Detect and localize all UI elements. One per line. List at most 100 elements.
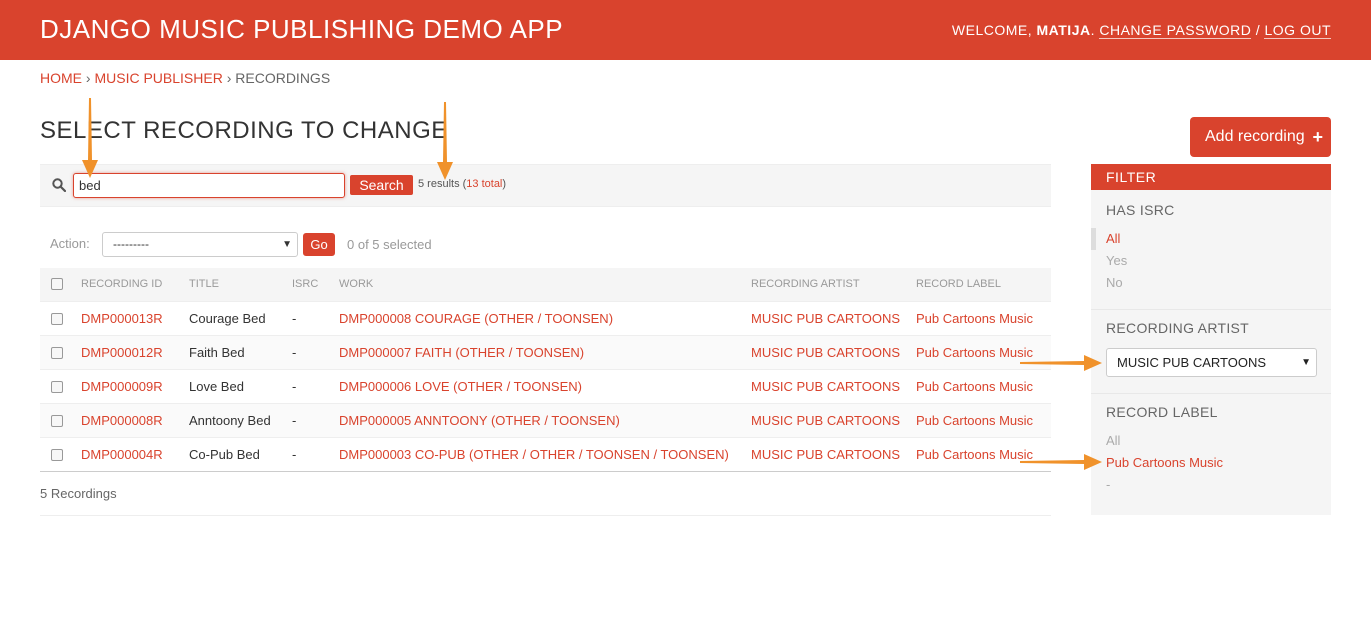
search-button[interactable]: Search (350, 175, 413, 195)
filter-option-pub-cartoons-music[interactable]: Pub Cartoons Music (1091, 452, 1331, 474)
column-header-work[interactable]: WORK (339, 268, 751, 302)
recording-id-cell: DMP000008R (81, 403, 189, 438)
row-checkbox[interactable] (51, 381, 63, 394)
annotation-arrow-icon (1020, 355, 1102, 371)
column-header-recording-id[interactable]: RECORDING ID (81, 268, 189, 302)
label-link[interactable]: Pub Cartoons Music (916, 379, 1033, 394)
title-cell: Co-Pub Bed (189, 437, 292, 472)
filter-option-label[interactable]: All (1106, 433, 1120, 448)
search-results-count: 5 results (13 total) (418, 178, 506, 190)
username: MATIJA (1036, 22, 1091, 38)
row-checkbox-cell (40, 369, 81, 404)
label-link[interactable]: Pub Cartoons Music (916, 413, 1033, 428)
select-all-cell (40, 268, 81, 302)
row-checkbox[interactable] (51, 347, 63, 360)
column-header-title[interactable]: TITLE (189, 268, 292, 302)
annotation-arrow-icon (1020, 454, 1102, 470)
filter-option-all[interactable]: All (1091, 228, 1331, 250)
artist-link[interactable]: MUSIC PUB CARTOONS (751, 311, 900, 326)
row-checkbox-cell (40, 403, 81, 438)
add-recording-button[interactable]: Add recording + (1190, 117, 1331, 157)
filter-title: FILTER (1091, 164, 1331, 190)
label-cell: Pub Cartoons Music (916, 301, 1051, 336)
artist-link[interactable]: MUSIC PUB CARTOONS (751, 447, 900, 462)
breadcrumb-app[interactable]: MUSIC PUBLISHER (94, 70, 222, 86)
filter-option-yes[interactable]: Yes (1091, 250, 1331, 272)
artist-cell: MUSIC PUB CARTOONS (751, 437, 916, 472)
column-header-record-label[interactable]: RECORD LABEL (916, 268, 1051, 302)
label-link[interactable]: Pub Cartoons Music (916, 345, 1033, 360)
label-link[interactable]: Pub Cartoons Music (916, 311, 1033, 326)
title-cell: Faith Bed (189, 335, 292, 370)
row-checkbox-cell (40, 335, 81, 370)
header-bar: DJANGO MUSIC PUBLISHING DEMO APP WELCOME… (0, 0, 1371, 60)
page-title: SELECT RECORDING TO CHANGE (40, 117, 448, 144)
recording-id-link[interactable]: DMP000009R (81, 379, 163, 394)
column-header-isrc[interactable]: ISRC (292, 268, 339, 302)
filter-option-label[interactable]: No (1106, 275, 1123, 290)
work-cell: DMP000007 FAITH (OTHER / TOONSEN) (339, 335, 751, 370)
recording-id-cell: DMP000009R (81, 369, 189, 404)
table-row: DMP000012R Faith Bed - DMP000007 FAITH (… (40, 335, 1051, 370)
column-header-recording-artist[interactable]: RECORDING ARTIST (751, 268, 916, 302)
recording-artist-select[interactable]: MUSIC PUB CARTOONS ▼ (1106, 348, 1317, 377)
recording-id-cell: DMP000013R (81, 301, 189, 336)
artist-cell: MUSIC PUB CARTOONS (751, 335, 916, 370)
work-cell: DMP000006 LOVE (OTHER / TOONSEN) (339, 369, 751, 404)
annotation-arrow-icon (82, 98, 98, 178)
chevron-down-icon: ▼ (1301, 357, 1311, 368)
filter-has-isrc: HAS ISRC All Yes No (1091, 190, 1331, 310)
artist-cell: MUSIC PUB CARTOONS (751, 301, 916, 336)
artist-link[interactable]: MUSIC PUB CARTOONS (751, 379, 900, 394)
recording-id-cell: DMP000004R (81, 437, 189, 472)
result-table: RECORDING ID TITLE ISRC WORK RECORDING A… (40, 268, 1051, 472)
breadcrumb: HOME › MUSIC PUBLISHER › RECORDINGS (40, 70, 330, 86)
title-cell: Love Bed (189, 369, 292, 404)
work-link[interactable]: DMP000003 CO-PUB (OTHER / OTHER / TOONSE… (339, 447, 729, 462)
breadcrumb-home[interactable]: HOME (40, 70, 82, 86)
action-label: Action: (50, 236, 90, 251)
label-cell: Pub Cartoons Music (916, 369, 1051, 404)
filter-options-record-label: All Pub Cartoons Music - (1091, 430, 1331, 496)
recording-id-cell: DMP000012R (81, 335, 189, 370)
recording-id-link[interactable]: DMP000012R (81, 345, 163, 360)
total-results-link[interactable]: 13 total (466, 178, 502, 190)
filter-sidebar: FILTER HAS ISRC All Yes No RECORDING ART… (1091, 164, 1331, 515)
search-input[interactable] (73, 173, 345, 198)
filter-option-label[interactable]: All (1106, 231, 1120, 246)
user-tools: WELCOME, MATIJA. CHANGE PASSWORD / LOG O… (952, 22, 1331, 39)
table-row: DMP000008R Anntoony Bed - DMP000005 ANNT… (40, 403, 1051, 438)
label-link[interactable]: Pub Cartoons Music (916, 447, 1033, 462)
isrc-cell: - (292, 369, 339, 404)
recording-id-link[interactable]: DMP000013R (81, 311, 163, 326)
filter-option-no[interactable]: No (1091, 272, 1331, 294)
filter-option-all[interactable]: All (1091, 430, 1331, 452)
action-select[interactable]: --------- ▼ (102, 232, 298, 257)
row-checkbox[interactable] (51, 449, 63, 462)
work-link[interactable]: DMP000007 FAITH (OTHER / TOONSEN) (339, 345, 584, 360)
filter-option-label[interactable]: - (1106, 477, 1110, 492)
log-out-link[interactable]: LOG OUT (1264, 22, 1331, 39)
filter-options-has-isrc: All Yes No (1091, 228, 1331, 294)
go-button[interactable]: Go (303, 233, 335, 256)
filter-heading-has-isrc: HAS ISRC (1106, 202, 1175, 218)
change-password-link[interactable]: CHANGE PASSWORD (1099, 22, 1252, 39)
work-link[interactable]: DMP000006 LOVE (OTHER / TOONSEN) (339, 379, 582, 394)
filter-heading-recording-artist: RECORDING ARTIST (1106, 320, 1250, 336)
row-checkbox-cell (40, 301, 81, 336)
recording-id-link[interactable]: DMP000004R (81, 447, 163, 462)
work-link[interactable]: DMP000005 ANNTOONY (OTHER / TOONSEN) (339, 413, 620, 428)
row-checkbox[interactable] (51, 313, 63, 326)
artist-link[interactable]: MUSIC PUB CARTOONS (751, 413, 900, 428)
filter-option-empty[interactable]: - (1091, 474, 1331, 496)
row-checkbox[interactable] (51, 415, 63, 428)
select-all-checkbox[interactable] (51, 278, 63, 291)
filter-option-label[interactable]: Pub Cartoons Music (1106, 455, 1223, 470)
isrc-cell: - (292, 301, 339, 336)
action-counter: 0 of 5 selected (347, 237, 432, 252)
work-link[interactable]: DMP000008 COURAGE (OTHER / TOONSEN) (339, 311, 613, 326)
recording-id-link[interactable]: DMP000008R (81, 413, 163, 428)
site-branding[interactable]: DJANGO MUSIC PUBLISHING DEMO APP (40, 14, 563, 45)
artist-link[interactable]: MUSIC PUB CARTOONS (751, 345, 900, 360)
filter-option-label[interactable]: Yes (1106, 253, 1127, 268)
